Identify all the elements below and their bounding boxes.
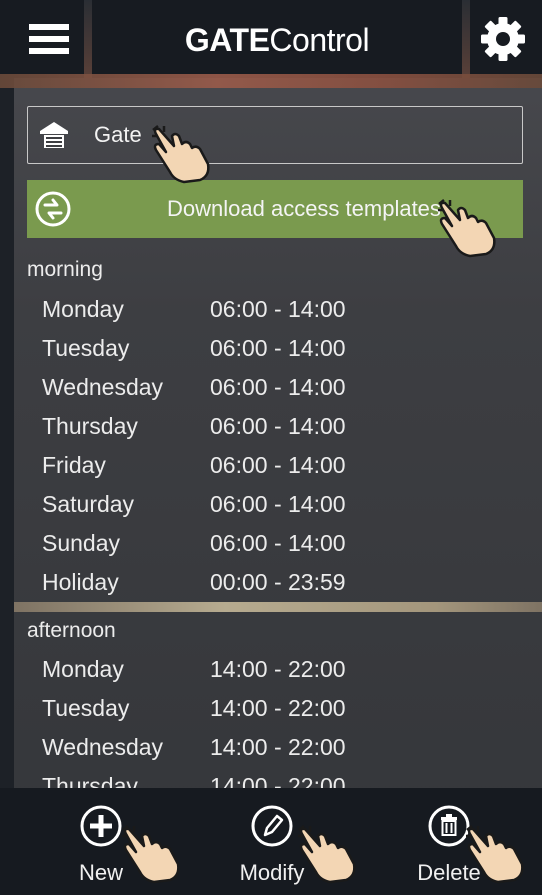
schedule-row[interactable]: Monday 06:00 - 14:00 <box>0 296 542 334</box>
tap-hand-icon <box>466 825 524 884</box>
schedule-row[interactable]: Thursday 06:00 - 14:00 <box>0 413 542 451</box>
garage-gate-icon <box>40 122 68 148</box>
gate-control-app: GATEControl Gate Download access templat… <box>0 0 542 895</box>
tap-hand-icon <box>298 825 356 884</box>
schedule-row[interactable]: Sunday 06:00 - 14:00 <box>0 530 542 568</box>
bottom-toolbar: New Modify Delete <box>0 788 542 895</box>
header-divider <box>462 0 470 78</box>
sync-arrows-icon <box>35 191 71 227</box>
download-templates-label: Download access templates <box>167 196 441 221</box>
new-button-label: New <box>78 860 123 885</box>
app-title: GATEControl <box>184 22 370 58</box>
gate-select-field[interactable]: Gate <box>27 106 523 164</box>
tap-hand-icon <box>122 825 180 884</box>
hamburger-menu-icon <box>29 24 69 30</box>
section-title-afternoon: afternoon <box>27 619 116 642</box>
app-header: GATEControl <box>0 0 542 88</box>
header-glow <box>0 74 542 88</box>
tap-hand-icon <box>152 125 210 184</box>
schedule-row[interactable]: Wednesday 06:00 - 14:00 <box>0 374 542 412</box>
schedule-row[interactable]: Friday 06:00 - 14:00 <box>0 452 542 490</box>
schedule-row[interactable]: Tuesday 14:00 - 22:00 <box>0 695 542 733</box>
plus-circle-icon <box>80 805 122 847</box>
gear-icon <box>481 17 525 61</box>
schedule-row[interactable]: Monday 14:00 - 22:00 <box>0 656 542 694</box>
gate-field-label: Gate <box>94 122 142 147</box>
section-title-morning: morning <box>27 258 103 281</box>
modify-button-label: Modify <box>239 860 305 885</box>
tap-hand-icon <box>438 199 496 258</box>
section-divider <box>14 602 542 612</box>
schedule-row[interactable]: Tuesday 06:00 - 14:00 <box>0 335 542 373</box>
schedule-row[interactable]: Saturday 06:00 - 14:00 <box>0 491 542 529</box>
settings-button[interactable] <box>478 14 528 64</box>
header-divider <box>84 0 92 78</box>
pencil-circle-icon <box>251 805 293 847</box>
menu-button[interactable] <box>14 12 84 66</box>
schedule-row[interactable]: Wednesday 14:00 - 22:00 <box>0 734 542 772</box>
